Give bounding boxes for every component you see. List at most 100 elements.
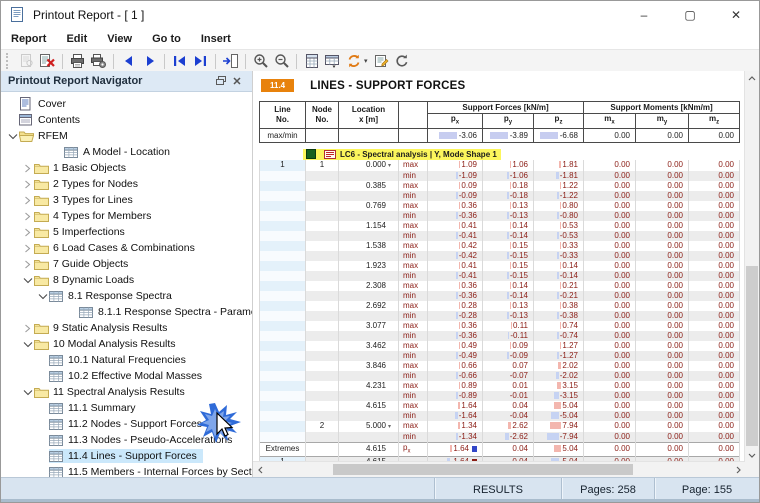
tree-item-1-basic-objects[interactable]: 1 Basic Objects <box>1 160 252 176</box>
chevron-collapsed-icon[interactable] <box>21 164 34 173</box>
tree-item-8-1-response-spectra[interactable]: 8.1 Response Spectra <box>1 288 252 304</box>
load-case-label: LC6 - Spectral analysis | Y, Mode Shape … <box>340 150 497 159</box>
chevron-collapsed-icon[interactable] <box>21 228 34 237</box>
tree-item-a-model-location[interactable]: A Model - Location <box>1 144 252 160</box>
chevron-collapsed-icon[interactable] <box>21 180 34 189</box>
dropdown-arrow-icon[interactable]: ▾ <box>364 57 368 65</box>
chevron-expanded-icon[interactable] <box>21 340 34 349</box>
value-cell: 0.00 <box>689 351 740 361</box>
tree-item-7-guide-objects[interactable]: 7 Guide Objects <box>1 256 252 272</box>
maximize-button[interactable]: ▢ <box>667 1 713 29</box>
tree-item-8-dynamic-loads[interactable]: 8 Dynamic Loads <box>1 272 252 288</box>
cell-line-no <box>260 421 306 432</box>
cell-maxmin-key: max <box>399 221 428 231</box>
last-page-icon[interactable] <box>190 52 211 70</box>
tree-item-rfem[interactable]: RFEM <box>1 128 252 144</box>
tree-item-5-imperfections[interactable]: 5 Imperfections <box>1 224 252 240</box>
vertical-scroll-thumb[interactable] <box>746 266 758 446</box>
scroll-down-icon[interactable] <box>745 448 759 462</box>
menu-view[interactable]: View <box>97 33 142 45</box>
menu-go-to[interactable]: Go to <box>142 33 191 45</box>
tree-item-label: RFEM <box>38 129 71 143</box>
tree-item-label: 1 Basic Objects <box>53 161 129 175</box>
print-settings-icon[interactable] <box>88 52 109 70</box>
tree-item-11-1-summary[interactable]: 11.1 Summary <box>1 400 252 416</box>
chevron-expanded-icon[interactable] <box>21 276 34 285</box>
value-cell: 0.00 <box>584 401 636 411</box>
folder-icon <box>34 226 53 238</box>
print-preview-icon[interactable] <box>16 52 37 70</box>
refresh-icon[interactable] <box>392 52 413 70</box>
tree-item-11-spectral-analysis-results[interactable]: 11 Spectral Analysis Results <box>1 384 252 400</box>
close-panel-icon[interactable]: ✕ <box>229 75 245 88</box>
horizontal-scrollbar[interactable] <box>253 461 745 477</box>
chevron-collapsed-icon[interactable] <box>21 212 34 221</box>
value-cell: -2.02 <box>534 371 584 381</box>
chevron-expanded-icon[interactable] <box>36 292 49 301</box>
delete-report-icon[interactable] <box>37 52 58 70</box>
chevron-collapsed-icon[interactable] <box>21 324 34 333</box>
zoom-in-icon[interactable] <box>250 52 271 70</box>
export-table-icon[interactable] <box>322 52 343 70</box>
prev-page-icon[interactable] <box>118 52 139 70</box>
value-cell: 2.02 <box>534 361 584 371</box>
tree-item-10-modal-analysis-results[interactable]: 10 Modal Analysis Results <box>1 336 252 352</box>
print-icon[interactable] <box>67 52 88 70</box>
chevron-collapsed-icon[interactable] <box>21 244 34 253</box>
scroll-right-icon[interactable] <box>731 466 745 474</box>
tree-item-contents[interactable]: Contents <box>1 112 252 128</box>
tree-item-3-types-for-lines[interactable]: 3 Types for Lines <box>1 192 252 208</box>
cell-location-x <box>339 271 399 281</box>
cell-location-x <box>339 171 399 181</box>
tree-item-cover[interactable]: Cover <box>1 96 252 112</box>
value-cell: 0.00 <box>689 401 740 411</box>
tree-item-4-types-for-members[interactable]: 4 Types for Members <box>1 208 252 224</box>
tree-item-8-1-1-response-spectra-parameters[interactable]: 8.1.1 Response Spectra - Parameters <box>1 304 252 320</box>
col-header-px: px <box>428 114 483 129</box>
tree-item-9-static-analysis-results[interactable]: 9 Static Analysis Results <box>1 320 252 336</box>
vertical-scrollbar[interactable] <box>744 71 759 462</box>
go-to-page-icon[interactable] <box>220 52 241 70</box>
sync-icon[interactable] <box>343 52 364 70</box>
value-cell: 0.00 <box>584 432 636 443</box>
tree-item-10-2-effective-modal-masses[interactable]: 10.2 Effective Modal Masses <box>1 368 252 384</box>
tree-item-11-3-nodes-pseudo-accelerations[interactable]: 11.3 Nodes - Pseudo-Accelerations <box>1 432 252 448</box>
folder-icon <box>34 242 53 254</box>
minimize-button[interactable]: – <box>621 1 667 29</box>
value-cell: 0.00 <box>636 171 689 181</box>
cell-line-no <box>260 241 306 251</box>
cell-maxmin-key: min <box>399 411 428 421</box>
horizontal-scroll-thumb[interactable] <box>333 464 633 475</box>
tree-item-11-4-lines-support-forces[interactable]: 11.4 Lines - Support Forces <box>1 448 252 464</box>
tree-item-6-load-cases-combinations[interactable]: 6 Load Cases & Combinations <box>1 240 252 256</box>
edit-note-icon[interactable] <box>371 52 392 70</box>
value-cell: 0.01 <box>483 381 534 391</box>
close-button[interactable]: ✕ <box>713 1 759 29</box>
toolbar-grip[interactable] <box>6 53 11 69</box>
tree-item-2-types-for-nodes[interactable]: 2 Types for Nodes <box>1 176 252 192</box>
menu-report[interactable]: Report <box>1 33 56 45</box>
next-page-icon[interactable] <box>139 52 160 70</box>
tree-item-11-2-nodes-support-forces[interactable]: 11.2 Nodes - Support Forces <box>1 416 252 432</box>
menu-insert[interactable]: Insert <box>191 33 241 45</box>
cell-location-x: 5.000▾ <box>339 421 399 432</box>
chevron-expanded-icon[interactable] <box>6 132 19 141</box>
zoom-out-icon[interactable] <box>271 52 292 70</box>
chevron-collapsed-icon[interactable] <box>21 260 34 269</box>
cell-location-x <box>339 231 399 241</box>
cell-location-x: 3.846 <box>339 361 399 371</box>
page-setup-icon[interactable] <box>301 52 322 70</box>
float-panel-icon[interactable] <box>213 76 229 86</box>
first-page-icon[interactable] <box>169 52 190 70</box>
scroll-left-icon[interactable] <box>253 466 267 474</box>
value-cell: -0.01 <box>483 391 534 401</box>
value-cell: -0.04 <box>483 411 534 421</box>
status-current-page: Page: 155 <box>654 478 759 502</box>
scroll-up-icon[interactable] <box>745 71 759 85</box>
tree-item-11-5-members-internal-forces-by-section[interactable]: 11.5 Members - Internal Forces by Sectio… <box>1 464 252 477</box>
tree-item-10-1-natural-frequencies[interactable]: 10.1 Natural Frequencies <box>1 352 252 368</box>
value-cell: 0.89 <box>428 381 483 391</box>
menu-edit[interactable]: Edit <box>56 33 97 45</box>
chevron-collapsed-icon[interactable] <box>21 196 34 205</box>
chevron-expanded-icon[interactable] <box>21 388 34 397</box>
